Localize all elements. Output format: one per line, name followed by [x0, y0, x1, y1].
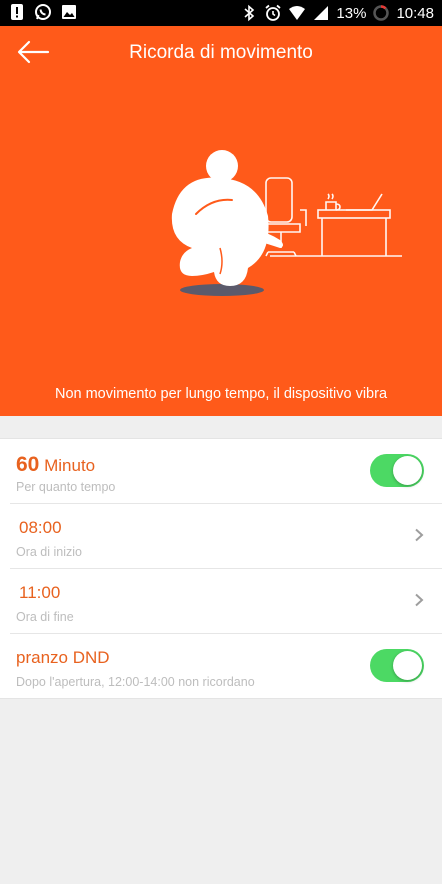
status-bar: 13% 10:48: [0, 0, 442, 26]
duration-caption: Per quanto tempo: [16, 480, 116, 494]
battery-level: 13%: [336, 4, 367, 22]
lunch-dnd-label: pranzo DND: [16, 648, 110, 667]
start-time-row[interactable]: 08:00 Ora di inizio: [10, 504, 442, 569]
clock: 10:48: [396, 4, 434, 22]
start-time-caption: Ora di inizio: [16, 545, 82, 559]
whatsapp-icon: [35, 4, 51, 20]
alert-icon: [11, 4, 23, 20]
toggle-knob: [393, 456, 422, 485]
end-time-caption: Ora di fine: [16, 610, 74, 624]
signal-icon: [314, 6, 329, 20]
lunch-dnd-caption: Dopo l'apertura, 12:00-14:00 non ricorda…: [16, 675, 255, 689]
lunch-dnd-toggle[interactable]: [370, 649, 424, 682]
end-time-value: 11:00: [19, 583, 61, 602]
alarm-icon: [265, 4, 281, 21]
bluetooth-icon: [244, 4, 255, 22]
duration-value: 60 Minuto: [16, 453, 95, 477]
movement-illustration: [171, 150, 402, 296]
hero-caption: Non movimento per lungo tempo, il dispos…: [54, 386, 388, 402]
chevron-right-icon: [415, 593, 424, 607]
chevron-right-icon: [415, 528, 424, 542]
lunch-dnd-row[interactable]: pranzo DND Dopo l'apertura, 12:00-14:00 …: [10, 634, 442, 698]
reminder-toggle[interactable]: [370, 454, 424, 487]
wifi-icon: [289, 6, 306, 20]
duration-number: 60: [16, 453, 40, 476]
duration-row[interactable]: 60 Minuto Per quanto tempo: [10, 439, 442, 504]
settings-list: 60 Minuto Per quanto tempo 08:00 Ora di …: [0, 438, 442, 699]
start-time-value: 08:00: [19, 518, 62, 537]
toggle-knob: [393, 651, 422, 680]
gallery-icon: [62, 5, 76, 19]
hero-banner: Ricorda di movimento Non movimento per l…: [0, 26, 442, 416]
battery-ring-icon: [373, 5, 390, 21]
end-time-row[interactable]: 11:00 Ora di fine: [10, 569, 442, 634]
page-title: Ricorda di movimento: [129, 42, 313, 63]
duration-unit: Minuto: [44, 456, 96, 475]
